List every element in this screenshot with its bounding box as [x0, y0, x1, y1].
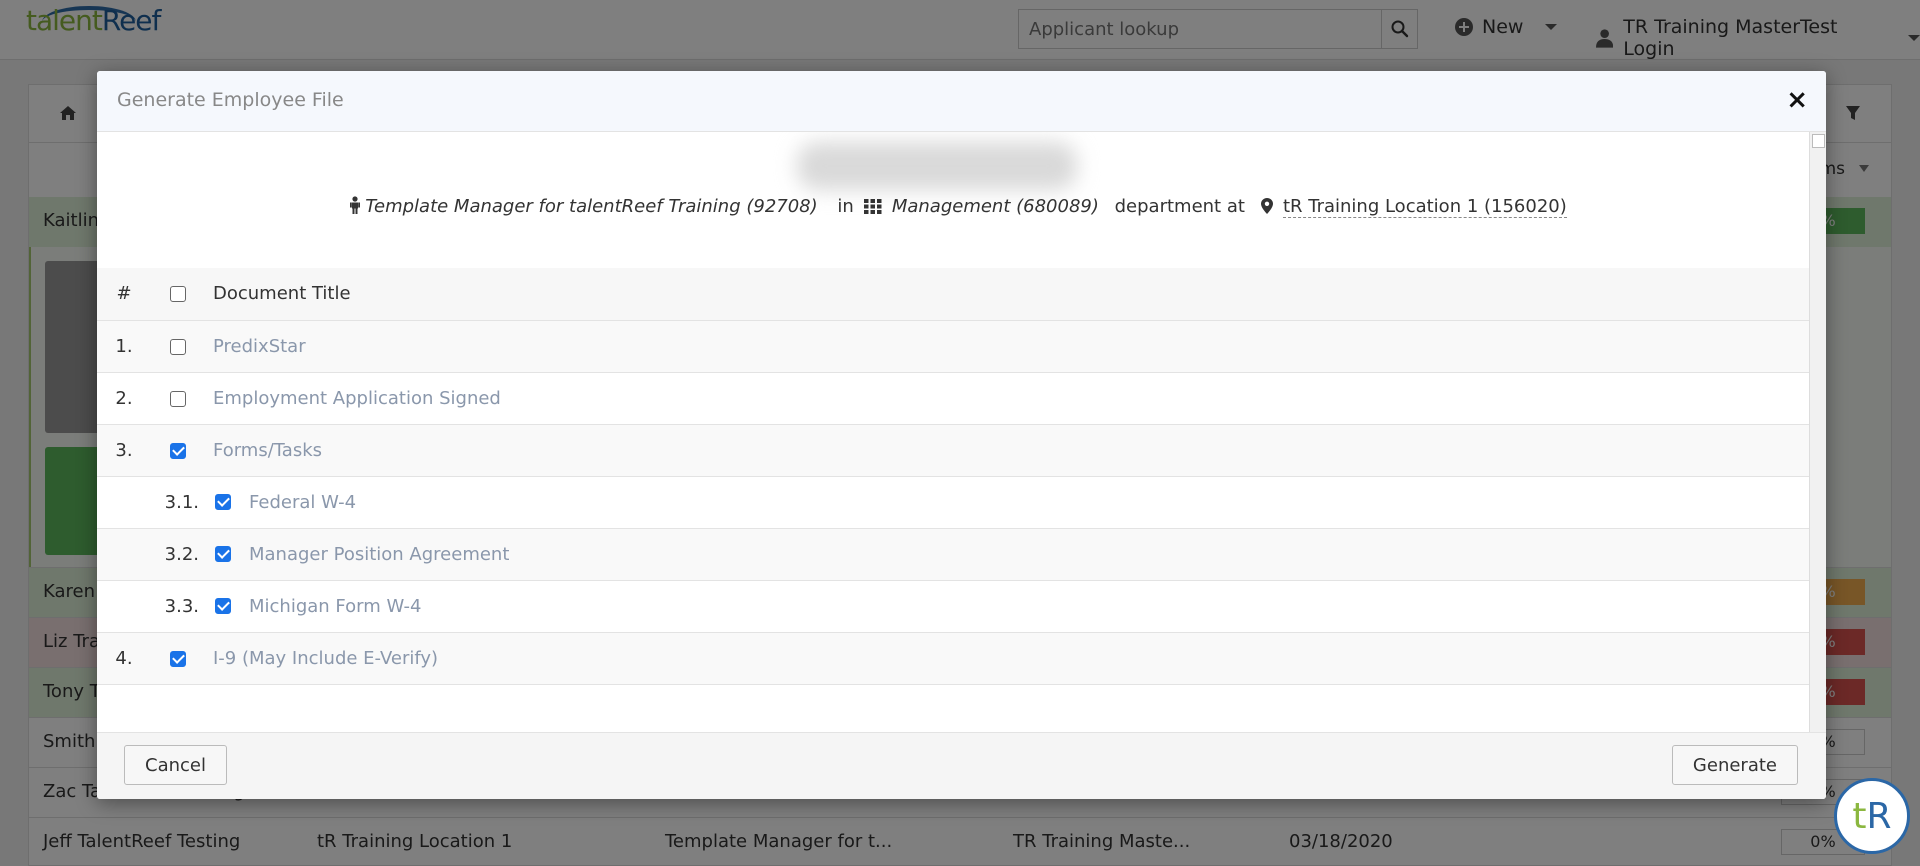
empty-cell [97, 580, 151, 633]
document-title[interactable]: Federal W-4 [249, 492, 356, 513]
generate-employee-file-modal: Generate Employee File × Template Manage… [97, 71, 1826, 799]
document-title[interactable]: Manager Position Agreement [249, 544, 509, 565]
modal-header: Generate Employee File × [97, 71, 1826, 132]
modal-body: Template Manager for talentReef Training… [97, 132, 1809, 732]
checkbox-cell [151, 424, 205, 477]
document-checkbox[interactable] [170, 650, 186, 667]
table-row[interactable]: 4. I-9 (May Include E-Verify) [97, 632, 1809, 685]
row-number: 3. [97, 424, 151, 477]
select-all-checkbox[interactable] [170, 286, 186, 303]
location-link[interactable]: tR Training Location 1 (156020) [1282, 196, 1567, 218]
talentreef-chat-badge[interactable]: tR [1834, 778, 1910, 854]
table-row[interactable]: 3.2. Manager Position Agreement [97, 528, 1809, 581]
modal-footer: Cancel Generate [97, 732, 1826, 799]
document-title[interactable]: Employment Application Signed [205, 372, 1809, 425]
subdocument-cell: Manager Position Agreement [205, 528, 1809, 581]
table-row[interactable]: 2. Employment Application Signed [97, 372, 1809, 425]
subdocument-cell: Federal W-4 [205, 476, 1809, 529]
generate-button[interactable]: Generate [1671, 745, 1798, 785]
row-number: 4. [97, 632, 151, 685]
document-title[interactable]: Michigan Form W-4 [249, 596, 422, 617]
empty-cell [97, 476, 151, 529]
row-number: 2. [97, 372, 151, 425]
document-checkbox[interactable] [170, 442, 186, 459]
checkbox-cell [151, 320, 205, 373]
column-title-header: Document Title [205, 268, 1809, 321]
select-all-cell [151, 268, 205, 321]
department-at-label: department at [1114, 196, 1245, 217]
row-number: 3.1. [151, 476, 205, 529]
cancel-button[interactable]: Cancel [124, 745, 227, 785]
modal-scrollbar[interactable] [1809, 132, 1826, 732]
table-row[interactable]: 3.1. Federal W-4 [97, 476, 1809, 529]
map-marker-icon [1260, 198, 1273, 214]
document-checkbox[interactable] [170, 390, 186, 407]
grid-icon [863, 199, 882, 214]
table-row[interactable]: 3. Forms/Tasks [97, 424, 1809, 477]
modal-title: Generate Employee File [117, 89, 344, 111]
table-header-row: # Document Title [97, 268, 1809, 321]
document-table: # Document Title 1. PredixStar 2. Employ… [97, 268, 1809, 685]
table-row[interactable]: 1. PredixStar [97, 320, 1809, 373]
close-icon[interactable]: × [1786, 87, 1808, 113]
document-checkbox[interactable] [215, 494, 231, 510]
checkbox-cell [151, 632, 205, 685]
column-number-header: # [97, 268, 151, 321]
person-icon [350, 196, 361, 214]
document-checkbox[interactable] [170, 338, 186, 355]
document-title[interactable]: Forms/Tasks [205, 424, 1809, 477]
employee-position-info: Template Manager for talentReef Training… [97, 196, 1809, 218]
table-row[interactable]: 3.3. Michigan Form W-4 [97, 580, 1809, 633]
scrollbar-thumb[interactable] [1812, 134, 1825, 148]
row-number: 3.2. [151, 528, 205, 581]
employee-name-redacted [797, 142, 1077, 190]
document-title[interactable]: PredixStar [205, 320, 1809, 373]
badge-letter-r: R [1866, 795, 1892, 837]
position-name: Template Manager for talentReef Training… [365, 196, 818, 217]
document-checkbox[interactable] [215, 546, 231, 562]
document-title[interactable]: I-9 (May Include E-Verify) [205, 632, 1809, 685]
row-number: 3.3. [151, 580, 205, 633]
row-number: 1. [97, 320, 151, 373]
checkbox-cell [151, 372, 205, 425]
subdocument-cell: Michigan Form W-4 [205, 580, 1809, 633]
in-label: in [837, 196, 854, 217]
document-checkbox[interactable] [215, 598, 231, 614]
department-name: Management (680089) [891, 196, 1099, 217]
badge-letter-t: t [1852, 795, 1867, 837]
empty-cell [97, 528, 151, 581]
